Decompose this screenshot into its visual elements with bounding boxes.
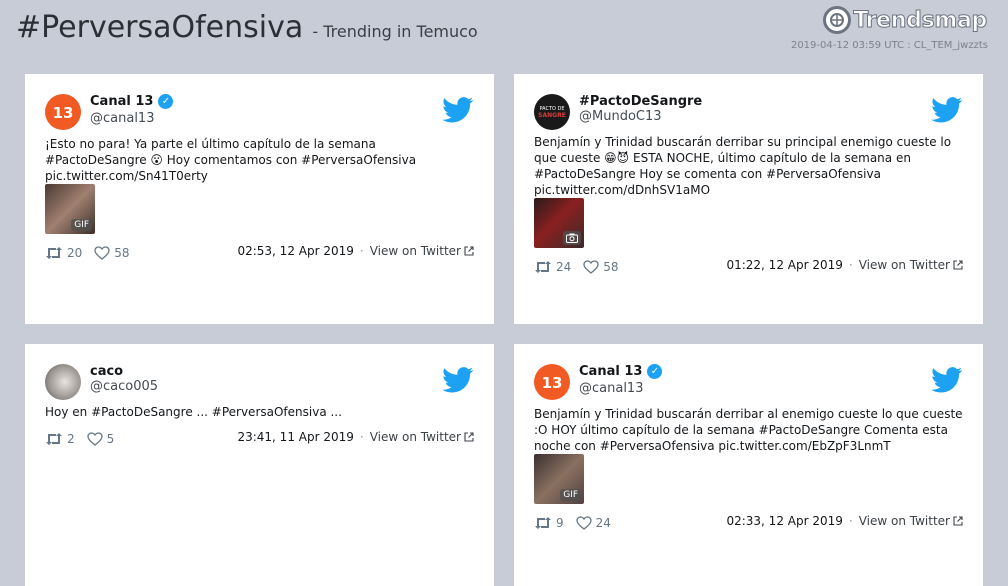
twitter-bird-icon[interactable] xyxy=(931,367,963,393)
like-count: 58 xyxy=(603,260,619,274)
retweet-count: 2 xyxy=(67,432,75,446)
view-on-twitter-label: View on Twitter xyxy=(858,514,950,528)
heart-icon xyxy=(575,516,592,530)
retweet-button[interactable]: 20 xyxy=(45,246,82,260)
retweet-button[interactable]: 9 xyxy=(534,516,564,530)
tweet-media[interactable]: GIF xyxy=(534,454,584,504)
tweet-time[interactable]: 23:41, 11 Apr 2019 xyxy=(237,430,353,444)
external-link-icon xyxy=(953,260,963,270)
retweet-icon xyxy=(46,247,62,259)
retweet-count: 24 xyxy=(556,260,572,274)
retweet-icon xyxy=(535,261,551,273)
tweet-text: ¡Esto no para! Ya parte el último capítu… xyxy=(45,137,417,183)
gif-badge: GIF xyxy=(560,489,581,501)
tweet-card: PACTO DE SANGRE #PactoDeSangre @MundoC13 … xyxy=(514,74,983,324)
retweet-count: 9 xyxy=(556,516,564,530)
author-name[interactable]: caco xyxy=(90,364,123,379)
like-count: 58 xyxy=(114,246,130,260)
avatar[interactable] xyxy=(45,364,81,400)
retweet-count: 20 xyxy=(67,246,83,260)
like-count: 5 xyxy=(106,432,115,446)
trendsmap-icon xyxy=(823,6,852,34)
separator-dot: · xyxy=(848,258,853,272)
twitter-bird-icon[interactable] xyxy=(931,97,963,123)
view-on-twitter-link[interactable]: View on Twitter xyxy=(859,258,963,272)
tweet-time[interactable]: 02:33, 12 Apr 2019 xyxy=(726,514,842,528)
view-on-twitter-link[interactable]: View on Twitter xyxy=(859,514,963,528)
tweet-time[interactable]: 01:22, 12 Apr 2019 xyxy=(726,258,842,272)
like-button[interactable]: 24 xyxy=(575,516,611,530)
tweet-card: 13 Canal 13 ✓ @canal13 ¡Esto no para! Ya… xyxy=(25,74,494,324)
svg-text:13: 13 xyxy=(542,374,563,392)
trendsmap-logo[interactable]: Trendsmap xyxy=(823,6,988,34)
svg-text:13: 13 xyxy=(53,104,74,122)
separator-dot: · xyxy=(848,514,853,528)
external-link-icon xyxy=(464,246,474,256)
trending-location: - Trending in Temuco xyxy=(312,22,478,41)
avatar[interactable]: 13 xyxy=(45,94,81,130)
author-handle[interactable]: @caco005 xyxy=(90,379,158,394)
author-handle[interactable]: @canal13 xyxy=(579,381,643,396)
separator-dot: · xyxy=(359,430,364,444)
tweet-time[interactable]: 02:53, 12 Apr 2019 xyxy=(237,244,353,258)
page-title: #PerversaOfensiva - Trending in Temuco xyxy=(16,10,478,45)
tweet-card: caco @caco005 Hoy en #PactoDeSangre ... … xyxy=(25,344,494,586)
camera-icon xyxy=(563,231,581,245)
like-count: 24 xyxy=(595,516,611,530)
retweet-button[interactable]: 2 xyxy=(45,432,75,446)
like-button[interactable]: 58 xyxy=(583,260,619,274)
tweet-card: 13 Canal 13 ✓ @canal13 Benjamín y Trinid… xyxy=(514,344,983,586)
tweet-media[interactable] xyxy=(534,198,584,248)
svg-text:SANGRE: SANGRE xyxy=(538,112,566,119)
view-on-twitter-label: View on Twitter xyxy=(858,258,950,272)
twitter-bird-icon[interactable] xyxy=(442,367,474,393)
heart-icon xyxy=(583,260,599,274)
tweet-media[interactable]: GIF xyxy=(45,184,95,234)
avatar[interactable]: PACTO DE SANGRE xyxy=(534,94,570,130)
external-link-icon xyxy=(953,516,963,526)
retweet-button[interactable]: 24 xyxy=(534,260,571,274)
verified-icon: ✓ xyxy=(158,94,174,109)
author-handle[interactable]: @MundoC13 xyxy=(579,109,662,124)
view-on-twitter-link[interactable]: View on Twitter xyxy=(370,430,474,444)
view-on-twitter-label: View on Twitter xyxy=(369,430,461,444)
trending-hashtag[interactable]: #PerversaOfensiva xyxy=(16,10,303,45)
timestamp-meta: 2019-04-12 03:59 UTC : CL_TEM_jwzzts xyxy=(790,40,988,51)
like-button[interactable]: 58 xyxy=(94,246,130,260)
retweet-icon xyxy=(46,433,62,445)
tweet-text: Benjamín y Trinidad buscarán derribar al… xyxy=(534,407,963,453)
view-on-twitter-label: View on Twitter xyxy=(369,244,461,258)
gif-badge: GIF xyxy=(71,219,92,231)
like-button[interactable]: 5 xyxy=(86,432,115,446)
heart-icon xyxy=(86,432,103,446)
external-link-icon xyxy=(464,432,474,442)
brand-name: Trendsmap xyxy=(853,7,988,33)
separator-dot: · xyxy=(359,244,364,258)
tweet-text: Benjamín y Trinidad buscarán derribar su… xyxy=(534,135,952,197)
view-on-twitter-link[interactable]: View on Twitter xyxy=(370,244,474,258)
retweet-icon xyxy=(535,517,551,529)
tweet-text: Hoy en #PactoDeSangre ... #PerversaOfens… xyxy=(45,405,342,419)
author-name[interactable]: Canal 13 xyxy=(90,94,153,109)
avatar[interactable]: 13 xyxy=(534,364,570,400)
author-handle[interactable]: @canal13 xyxy=(90,111,154,126)
author-name[interactable]: Canal 13 xyxy=(579,364,642,379)
heart-icon xyxy=(94,246,110,260)
verified-icon: ✓ xyxy=(647,364,663,379)
author-name[interactable]: #PactoDeSangre xyxy=(579,94,702,109)
twitter-bird-icon[interactable] xyxy=(442,97,474,123)
